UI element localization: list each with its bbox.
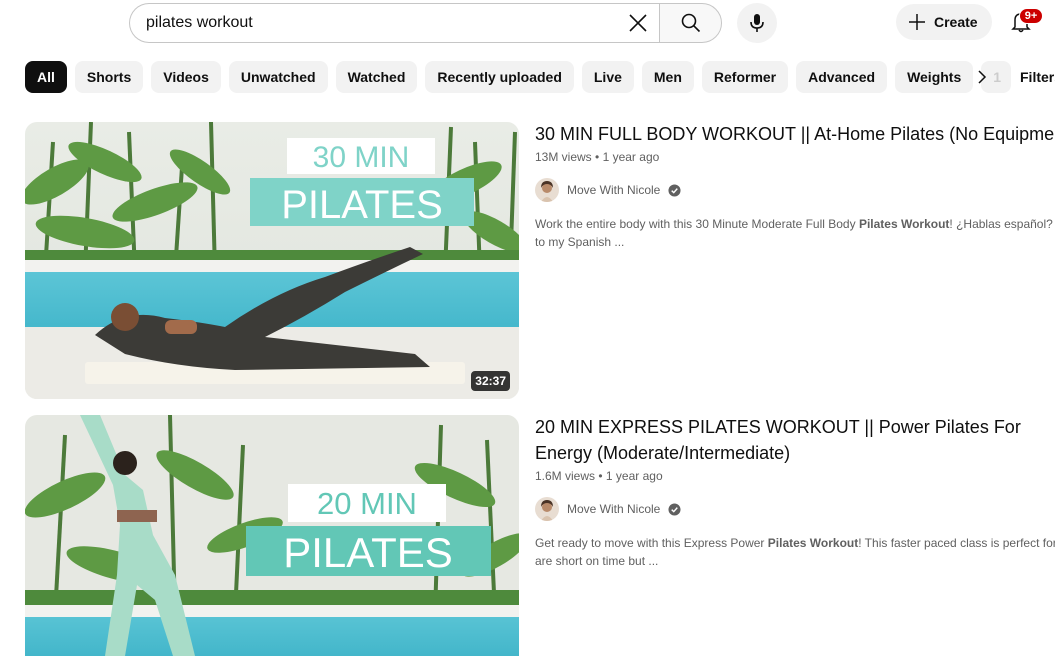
description-text: Work the entire body with this 30 Minute…	[535, 217, 859, 231]
video-description: Get ready to move with this Express Powe…	[535, 534, 1055, 570]
video-title[interactable]: 30 MIN FULL BODY WORKOUT || At-Home Pila…	[535, 121, 1055, 147]
video-meta: 13M views • 1 year ago	[535, 150, 659, 164]
chip-shorts[interactable]: Shorts	[74, 61, 144, 93]
avatar[interactable]	[535, 497, 559, 521]
description-text: ! ¿Hablas español? Sub	[949, 217, 1055, 231]
verified-icon	[668, 502, 681, 516]
upload-age: 1 year ago	[602, 150, 660, 164]
meta-separator: •	[598, 469, 606, 483]
description-text: are short on time but ...	[535, 554, 659, 568]
channel-link[interactable]: Move With Nicole	[535, 497, 681, 521]
search-icon	[681, 13, 700, 33]
channel-name: Move With Nicole	[567, 502, 661, 516]
channel-name: Move With Nicole	[567, 183, 661, 197]
video-title[interactable]: 20 MIN EXPRESS PILATES WORKOUT || Power …	[535, 414, 1050, 466]
video-description: Work the entire body with this 30 Minute…	[535, 215, 1055, 251]
chips-next-button[interactable]	[968, 63, 996, 91]
thumbnail-text-line1: 20 MIN	[317, 486, 417, 521]
create-label: Create	[934, 14, 978, 30]
video-thumbnail[interactable]: 30 MIN PILATES 32:37	[25, 122, 519, 399]
chip-recently-uploaded[interactable]: Recently uploaded	[425, 61, 574, 93]
chip-all[interactable]: All	[25, 61, 67, 93]
video-thumbnail[interactable]: 20 MIN PILATES	[25, 415, 519, 656]
description-text: to my Spanish ...	[535, 235, 625, 249]
close-icon[interactable]	[618, 3, 658, 43]
channel-link[interactable]: Move With Nicole	[535, 178, 681, 202]
upload-age: 1 year ago	[605, 469, 663, 483]
verified-icon	[668, 183, 681, 197]
chip-reformer[interactable]: Reformer	[701, 61, 789, 93]
description-text: Get ready to move with this Express Powe…	[535, 536, 768, 550]
view-count: 1.6M views	[535, 469, 596, 483]
description-highlight: Pilates Workout	[767, 536, 859, 550]
filters-button[interactable]: Filters	[1020, 69, 1055, 85]
chip-watched[interactable]: Watched	[335, 61, 418, 93]
search-input[interactable]: pilates workout	[129, 3, 660, 43]
search-button[interactable]	[659, 3, 722, 43]
thumbnail-text-line2: PILATES	[283, 529, 453, 576]
avatar[interactable]	[535, 178, 559, 202]
video-meta: 1.6M views • 1 year ago	[535, 469, 663, 483]
description-text: ! This faster paced class is perfect for…	[858, 536, 1055, 550]
chip-men[interactable]: Men	[641, 61, 694, 93]
microphone-icon	[750, 14, 764, 32]
description-highlight: Pilates Workout	[858, 217, 950, 231]
plus-icon	[909, 14, 925, 30]
chip-weights[interactable]: Weights	[895, 61, 974, 93]
voice-search-button[interactable]	[737, 3, 777, 43]
chip-unwatched[interactable]: Unwatched	[228, 61, 328, 93]
filter-chip-bar: All Shorts Videos Unwatched Watched Rece…	[25, 61, 1012, 93]
chevron-right-icon	[978, 70, 987, 84]
chip-live[interactable]: Live	[581, 61, 634, 93]
chip-advanced[interactable]: Advanced	[796, 61, 888, 93]
duration-badge: 32:37	[471, 371, 510, 391]
meta-separator: •	[595, 150, 603, 164]
thumbnail-text-line1: 30 MIN	[313, 141, 410, 174]
view-count: 13M views	[535, 150, 592, 164]
chip-videos[interactable]: Videos	[151, 61, 221, 93]
search-query-text: pilates workout	[146, 14, 253, 31]
create-button[interactable]: Create	[896, 4, 992, 40]
thumbnail-text-line2: PILATES	[281, 183, 443, 227]
notification-badge: 9+	[1019, 8, 1043, 24]
